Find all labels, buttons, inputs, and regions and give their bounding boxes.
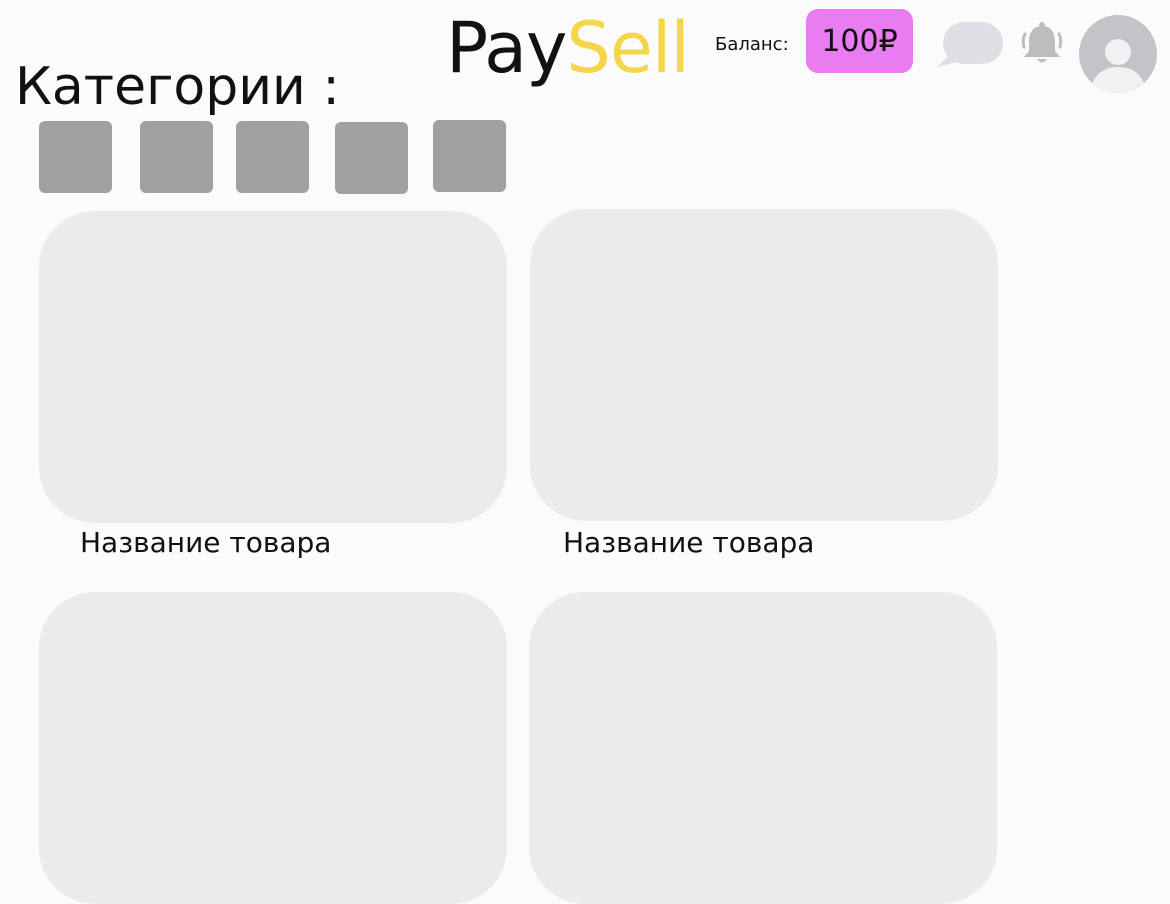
chat-icon[interactable] [935,21,1005,69]
category-chip-5[interactable] [433,120,506,192]
balance-badge[interactable]: 100₽ [806,9,913,73]
logo-pay-text: Pay [446,7,567,89]
bell-icon[interactable] [1019,20,1065,66]
balance-label: Баланс: [715,34,789,55]
product-image-4[interactable] [529,592,997,904]
product-name-2[interactable]: Название товара [563,525,814,561]
category-chip-1[interactable] [39,121,112,193]
category-chip-2[interactable] [140,121,213,193]
category-chip-4[interactable] [335,122,408,194]
product-name-1[interactable]: Название товара [80,525,331,561]
user-avatar-icon [1089,39,1147,93]
product-image-3[interactable] [39,592,507,904]
logo-sell-text: Sell [566,7,689,89]
product-image-2[interactable] [530,209,998,521]
category-chip-3[interactable] [236,121,309,193]
balance-value: 100₽ [821,23,898,59]
paysell-logo[interactable]: PaySell [446,6,690,90]
avatar[interactable] [1079,15,1157,93]
page-title: Категории : [15,57,340,117]
product-image-1[interactable] [39,211,507,523]
